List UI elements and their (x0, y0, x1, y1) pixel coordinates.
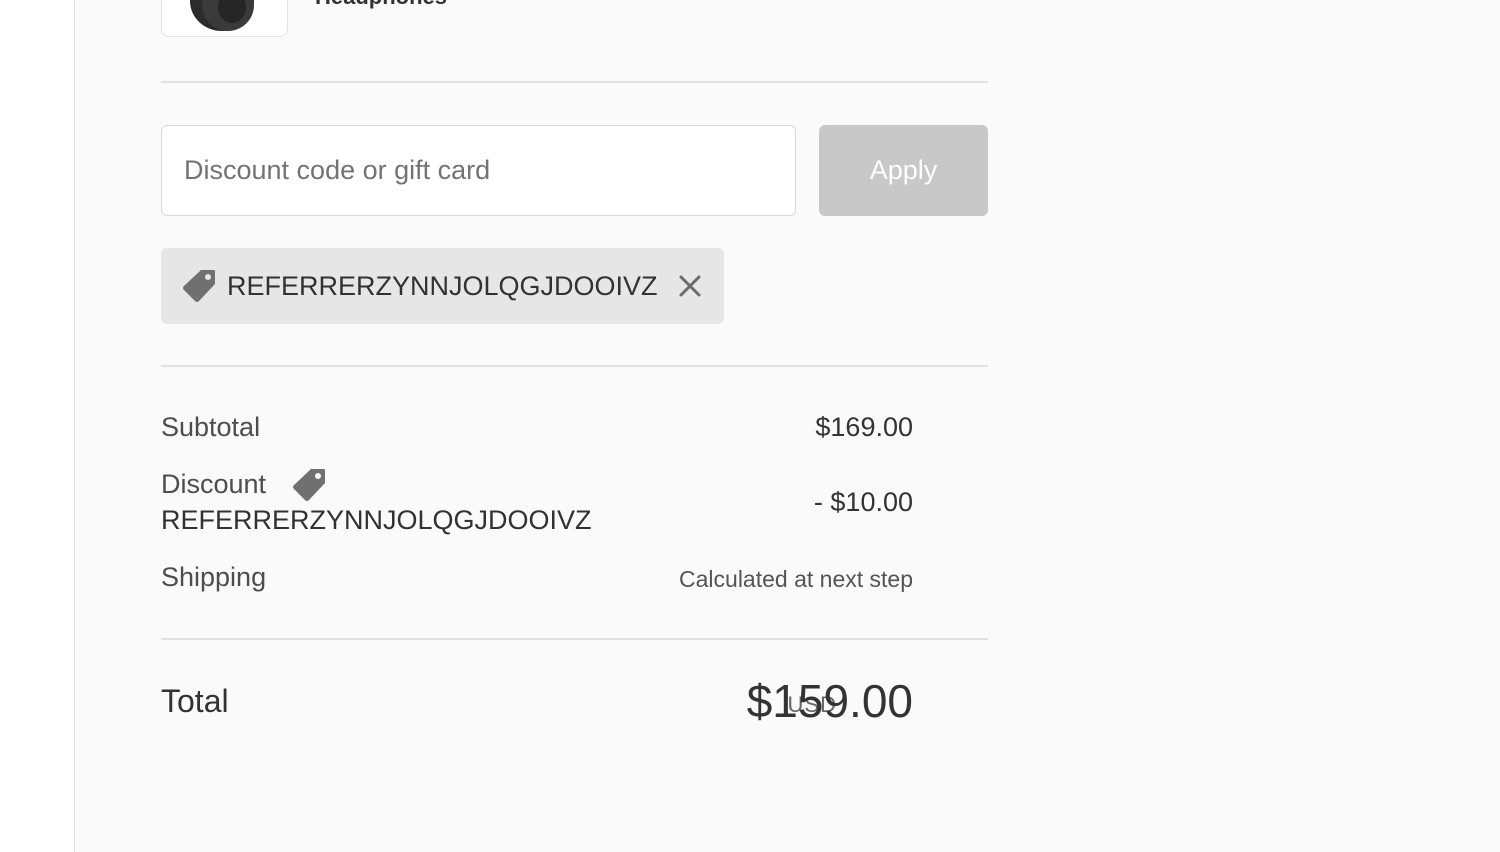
order-summary-panel: Headphones Apply REFERRERZYNNJOLQGJDOOIV… (74, 0, 1500, 852)
total-label: Total (161, 683, 229, 719)
divider (161, 638, 988, 640)
discount-label: Discount (161, 469, 267, 499)
apply-discount-button[interactable]: Apply (819, 125, 988, 216)
headphones-product-image (190, 0, 254, 31)
discount-code-text: REFERRERZYNNJOLQGJDOOIVZ (161, 505, 592, 535)
subtotal-label: Subtotal (161, 412, 261, 442)
shipping-value: Calculated at next step (679, 566, 913, 592)
divider (161, 365, 988, 367)
total-amount: $159.00 (746, 675, 913, 727)
close-icon[interactable] (676, 272, 704, 300)
divider (161, 81, 988, 83)
product-name: Headphones (315, 0, 447, 10)
tag-icon (291, 467, 327, 503)
subtotal-value: $169.00 (815, 412, 913, 442)
tag-icon (181, 268, 217, 304)
product-thumbnail (161, 0, 288, 37)
shipping-label: Shipping (161, 562, 267, 592)
applied-discount-code: REFERRERZYNNJOLQGJDOOIVZ (227, 270, 658, 301)
checkout-main-panel (0, 0, 74, 852)
discount-code-input[interactable] (161, 125, 796, 216)
discount-value: - $10.00 (813, 487, 913, 517)
applied-discount-chip: REFERRERZYNNJOLQGJDOOIVZ (161, 248, 724, 324)
